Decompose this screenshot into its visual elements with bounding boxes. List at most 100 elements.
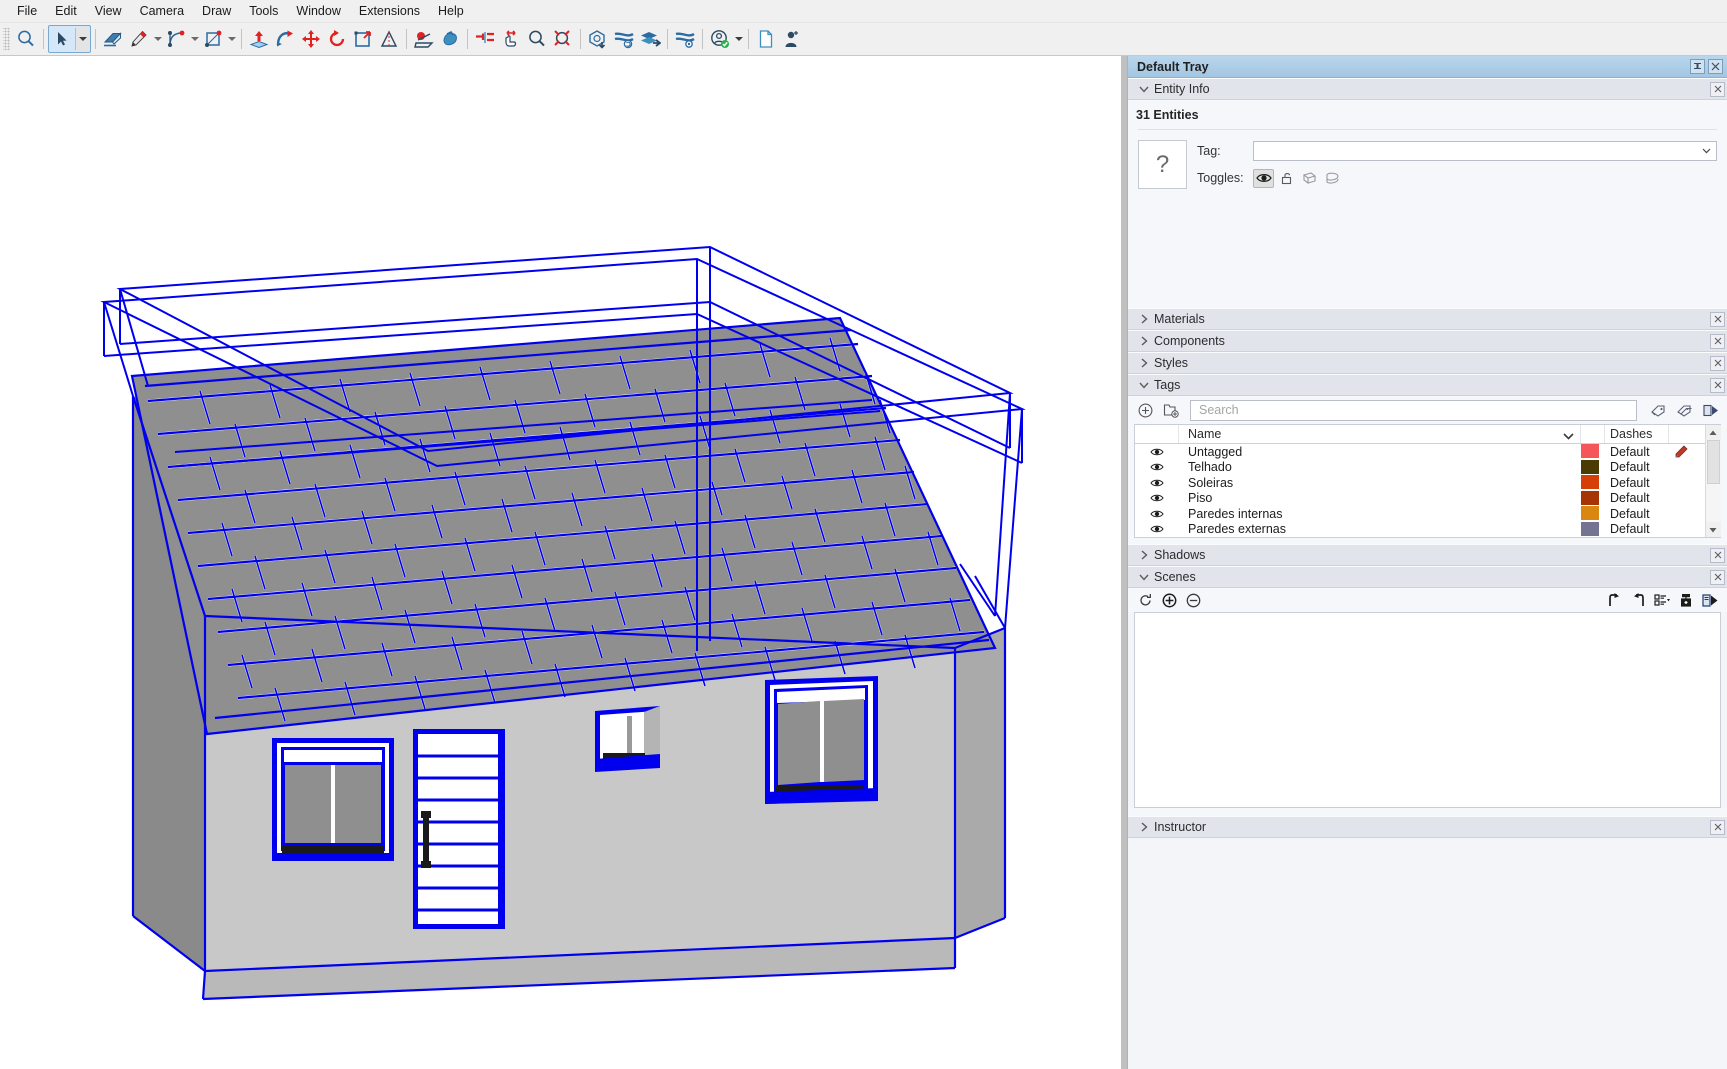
add-tag-folder-icon[interactable]	[1160, 399, 1182, 421]
move-scene-up-icon[interactable]	[1603, 589, 1625, 611]
model-info-icon[interactable]	[585, 26, 611, 52]
receives-shadow-icon[interactable]	[1299, 169, 1320, 188]
rotate-icon[interactable]	[324, 26, 350, 52]
tags-scroll-track[interactable]	[1705, 440, 1721, 522]
visibility-eye-icon[interactable]	[1135, 478, 1179, 488]
table-row[interactable]: Piso Default	[1135, 490, 1705, 507]
tags-scrollbar[interactable]	[1705, 425, 1721, 537]
tag-label-icon[interactable]	[1673, 399, 1695, 421]
follow-me-icon[interactable]	[272, 26, 298, 52]
orbit-icon[interactable]	[472, 26, 498, 52]
panel-header-components[interactable]: Components	[1128, 330, 1727, 352]
casts-shadow-icon[interactable]	[1322, 169, 1343, 188]
sync-recent-icon[interactable]	[611, 26, 637, 52]
panel-header-instructor[interactable]: Instructor	[1128, 816, 1727, 838]
tags-col-name[interactable]: Name	[1179, 425, 1581, 443]
tag-color-swatch[interactable]	[1581, 506, 1605, 521]
tag-dashes[interactable]: Default	[1605, 460, 1669, 474]
scenes-list[interactable]	[1134, 612, 1721, 808]
toolbar-grip[interactable]	[3, 28, 10, 50]
tag-edit-pencil-icon[interactable]	[1669, 445, 1705, 458]
tags-search-field[interactable]	[1197, 402, 1636, 418]
scroll-down-icon[interactable]	[1705, 522, 1721, 537]
zoom-magnifier-icon[interactable]	[13, 26, 39, 52]
table-row[interactable]: Untagged Default	[1135, 444, 1705, 460]
tag-select[interactable]	[1253, 141, 1717, 161]
menu-item-help[interactable]: Help	[429, 1, 473, 21]
rectangle-tool-combo[interactable]	[200, 26, 237, 52]
tags-search-input[interactable]	[1190, 399, 1637, 421]
instructor-close-icon[interactable]	[1710, 819, 1725, 835]
entity-info-close-icon[interactable]	[1710, 81, 1725, 97]
scene-details-icon[interactable]	[1675, 589, 1697, 611]
panel-header-scenes[interactable]: Scenes	[1128, 566, 1727, 588]
table-row[interactable]: Soleiras Default	[1135, 475, 1705, 491]
menu-item-edit[interactable]: Edit	[46, 1, 86, 21]
scroll-up-icon[interactable]	[1705, 425, 1721, 440]
visibility-eye-icon[interactable]	[1135, 493, 1179, 503]
tag-color-swatch[interactable]	[1581, 475, 1605, 490]
move-scene-down-icon[interactable]	[1627, 589, 1649, 611]
line-tool-combo[interactable]	[126, 26, 163, 52]
tag-dashes[interactable]: Default	[1605, 507, 1669, 521]
tray-close-icon[interactable]	[1708, 59, 1723, 74]
select-tool-chevron-down-icon[interactable]	[76, 27, 90, 51]
pencil-line-icon[interactable]	[126, 26, 152, 52]
tag-dashes[interactable]: Default	[1605, 491, 1669, 505]
zoom-tool-icon[interactable]	[524, 26, 550, 52]
menu-item-view[interactable]: View	[86, 1, 131, 21]
menu-item-camera[interactable]: Camera	[131, 1, 193, 21]
unlocked-padlock-icon[interactable]	[1276, 169, 1297, 188]
menu-item-window[interactable]: Window	[287, 1, 349, 21]
eraser-icon[interactable]	[100, 26, 126, 52]
tag-dashes[interactable]: Default	[1605, 445, 1669, 459]
visibility-eye-icon[interactable]	[1253, 168, 1274, 188]
tape-measure-icon[interactable]	[376, 26, 402, 52]
tray-pin-icon[interactable]	[1690, 59, 1705, 74]
scale-icon[interactable]	[350, 26, 376, 52]
table-row[interactable]: Paredes externas Default	[1135, 521, 1705, 538]
menu-item-draw[interactable]: Draw	[193, 1, 240, 21]
push-pull-icon[interactable]	[246, 26, 272, 52]
position-camera-icon[interactable]	[437, 26, 463, 52]
account-chevron-down-icon[interactable]	[733, 26, 744, 52]
pan-icon[interactable]	[498, 26, 524, 52]
remove-scene-icon[interactable]	[1182, 589, 1204, 611]
rectangle-icon[interactable]	[200, 26, 226, 52]
select-tool-combo[interactable]	[48, 25, 91, 53]
panel-header-materials[interactable]: Materials	[1128, 308, 1727, 330]
menu-item-file[interactable]: File	[8, 1, 46, 21]
scene-view-options-icon[interactable]	[1651, 589, 1673, 611]
tag-color-swatch[interactable]	[1581, 444, 1605, 459]
components-close-icon[interactable]	[1710, 333, 1725, 349]
arc-tool-chevron-down-icon[interactable]	[189, 26, 200, 52]
add-tag-icon[interactable]	[1134, 399, 1156, 421]
visibility-eye-icon[interactable]	[1135, 509, 1179, 519]
tag-dashes[interactable]: Default	[1605, 476, 1669, 490]
line-tool-chevron-down-icon[interactable]	[152, 26, 163, 52]
panel-header-shadows[interactable]: Shadows	[1128, 544, 1727, 566]
arc-tool-combo[interactable]	[163, 26, 200, 52]
visibility-eye-icon[interactable]	[1135, 447, 1179, 457]
panel-header-tags[interactable]: Tags	[1128, 374, 1727, 396]
select-arrow-icon[interactable]	[49, 26, 75, 52]
panel-header-styles[interactable]: Styles	[1128, 352, 1727, 374]
arc-icon[interactable]	[163, 26, 189, 52]
menu-item-tools[interactable]: Tools	[240, 1, 287, 21]
tags-scroll-thumb[interactable]	[1706, 440, 1720, 484]
styles-close-icon[interactable]	[1710, 355, 1725, 371]
tag-pencil-icon[interactable]	[1647, 399, 1669, 421]
scene-export-icon[interactable]	[1699, 589, 1721, 611]
visibility-eye-icon[interactable]	[1135, 462, 1179, 472]
account-combo[interactable]	[707, 26, 744, 52]
table-row[interactable]: Paredes internas Default	[1135, 506, 1705, 522]
tag-export-icon[interactable]	[1699, 399, 1721, 421]
move-icon[interactable]	[298, 26, 324, 52]
add-scene-icon[interactable]	[1158, 589, 1180, 611]
tag-color-swatch[interactable]	[1581, 490, 1605, 506]
sketchup-3d-model-viewport[interactable]	[0, 56, 1121, 1069]
settings-sync-icon[interactable]	[672, 26, 698, 52]
materials-close-icon[interactable]	[1710, 311, 1725, 327]
account-icon[interactable]	[707, 26, 733, 52]
refresh-scene-icon[interactable]	[1134, 589, 1156, 611]
